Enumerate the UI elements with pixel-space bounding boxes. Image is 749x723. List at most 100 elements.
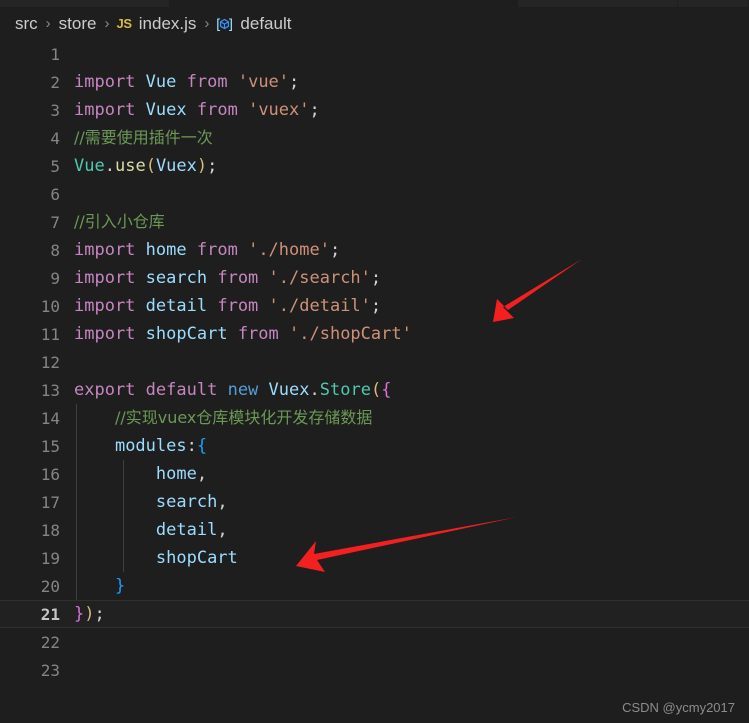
token-keyword: import — [74, 324, 136, 344]
token-identifier: search — [155, 492, 218, 512]
token-identifier: search — [145, 268, 208, 288]
line-content: import search from './search'; — [72, 264, 749, 292]
token-comment: //需要使用插件一次 — [74, 128, 213, 147]
code-line[interactable]: 6 — [0, 180, 749, 208]
code-line[interactable]: 20 } — [0, 572, 749, 600]
tab-segment-3[interactable] — [518, 0, 678, 7]
token-comma: , — [196, 464, 208, 484]
code-line[interactable]: 13 export default new Vuex.Store({ — [0, 376, 749, 404]
code-line[interactable]: 17 search, — [0, 488, 749, 516]
tab-segment-4[interactable] — [678, 0, 749, 7]
code-line[interactable]: 9 import search from './search'; — [0, 264, 749, 292]
line-number: 6 — [50, 184, 60, 204]
line-number: 10 — [40, 296, 60, 316]
line-number: 19 — [40, 548, 60, 568]
code-line[interactable]: 23 — [0, 656, 749, 684]
breadcrumb-item-store[interactable]: store — [58, 14, 98, 34]
line-number: 21 — [40, 604, 60, 624]
indent-guide — [76, 460, 77, 488]
code-line[interactable]: 4 //需要使用插件一次 — [0, 124, 749, 152]
code-line[interactable]: 3 import Vuex from 'vuex'; — [0, 96, 749, 124]
code-line[interactable]: 19 shopCart — [0, 544, 749, 572]
code-line[interactable]: 1 — [0, 40, 749, 68]
token-identifier: home — [145, 240, 187, 260]
indent-guide — [76, 544, 77, 572]
line-content: detail, — [72, 516, 749, 544]
code-line[interactable]: 10 import detail from './detail'; — [0, 292, 749, 320]
breadcrumb: src › store › JS index.js › [ ] default — [0, 7, 749, 40]
token-keyword: from — [217, 268, 259, 288]
code-line[interactable]: 5 Vue.use(Vuex); — [0, 152, 749, 180]
token-paren: ( — [370, 380, 382, 400]
indent-guide — [123, 544, 124, 572]
token-punctuation: ; — [370, 268, 382, 288]
line-content: } — [72, 572, 749, 600]
token-brace: { — [196, 436, 208, 456]
token-dot: . — [104, 156, 115, 176]
indent-guide — [123, 516, 124, 544]
code-line[interactable]: 7 //引入小仓库 — [0, 208, 749, 236]
token-identifier: shopCart — [145, 324, 228, 344]
token-string: 'vue' — [237, 72, 290, 92]
breadcrumb-item-default[interactable]: default — [239, 14, 292, 34]
token-identifier: modules — [114, 436, 187, 456]
token-punctuation: ; — [289, 72, 300, 92]
line-number: 5 — [50, 156, 60, 176]
line-number: 13 — [40, 380, 60, 400]
token-identifier: Vuex — [145, 100, 187, 120]
token-comma: , — [217, 492, 228, 512]
js-file-icon: JS — [116, 16, 132, 31]
code-line[interactable]: 16 home, — [0, 460, 749, 488]
code-line[interactable]: 22 — [0, 628, 749, 656]
token-keyword: from — [237, 324, 279, 344]
line-number: 2 — [50, 72, 60, 92]
token-string: 'vuex' — [248, 100, 310, 120]
watermark: CSDN @ycmy2017 — [622, 700, 735, 715]
token-punctuation: ; — [207, 156, 218, 176]
breadcrumb-separator-icon: › — [204, 15, 210, 32]
indent-guide — [76, 516, 77, 544]
token-keyword: import — [74, 268, 136, 288]
line-content: import detail from './detail'; — [72, 292, 749, 320]
token-string: './search' — [268, 268, 371, 288]
editor-tab-strip — [0, 0, 749, 7]
indent-guide — [123, 488, 124, 516]
breadcrumb-item-index-js[interactable]: index.js — [138, 14, 198, 34]
code-line[interactable]: 11 import shopCart from './shopCart' — [0, 320, 749, 348]
token-punctuation: ; — [309, 100, 320, 120]
line-number: 20 — [40, 576, 60, 596]
tab-segment-active[interactable] — [170, 0, 518, 7]
token-comment: //实现vuex仓库模块化开发存储数据 — [114, 408, 373, 427]
code-line[interactable]: 15 modules:{ — [0, 432, 749, 460]
line-content — [72, 628, 749, 656]
code-line[interactable]: 8 import home from './home'; — [0, 236, 749, 264]
line-number: 14 — [40, 408, 60, 428]
code-line[interactable]: 2 import Vue from 'vue'; — [0, 68, 749, 96]
indent-guide — [76, 572, 77, 600]
line-content: modules:{ — [72, 432, 749, 460]
line-content — [72, 656, 749, 684]
line-content: import shopCart from './shopCart' — [72, 320, 749, 348]
line-content: home, — [72, 460, 749, 488]
token-identifier: detail — [155, 520, 218, 540]
line-content: import home from './home'; — [72, 236, 749, 264]
code-line-active[interactable]: 21 }); — [0, 600, 749, 628]
symbol-module-icon: [ ] — [216, 16, 233, 33]
indent-guide — [76, 404, 77, 432]
indent-guide — [76, 488, 77, 516]
token-punctuation: ; — [370, 296, 382, 316]
code-line[interactable]: 12 — [0, 348, 749, 376]
token-type: Store — [319, 380, 371, 400]
code-line[interactable]: 18 detail, — [0, 516, 749, 544]
token-type: Vue — [74, 156, 105, 176]
token-brace: } — [74, 604, 85, 624]
token-paren: ) — [196, 156, 208, 176]
code-editor[interactable]: 1 2 import Vue from 'vue'; 3 import Vuex… — [0, 40, 749, 723]
tab-segment-1[interactable] — [0, 0, 170, 7]
token-brace: } — [114, 576, 126, 596]
breadcrumb-item-src[interactable]: src — [14, 14, 39, 34]
token-keyword: from — [186, 72, 228, 92]
code-line[interactable]: 14 //实现vuex仓库模块化开发存储数据 — [0, 404, 749, 432]
token-identifier: Vuex — [268, 380, 310, 400]
line-number: 23 — [40, 660, 60, 680]
